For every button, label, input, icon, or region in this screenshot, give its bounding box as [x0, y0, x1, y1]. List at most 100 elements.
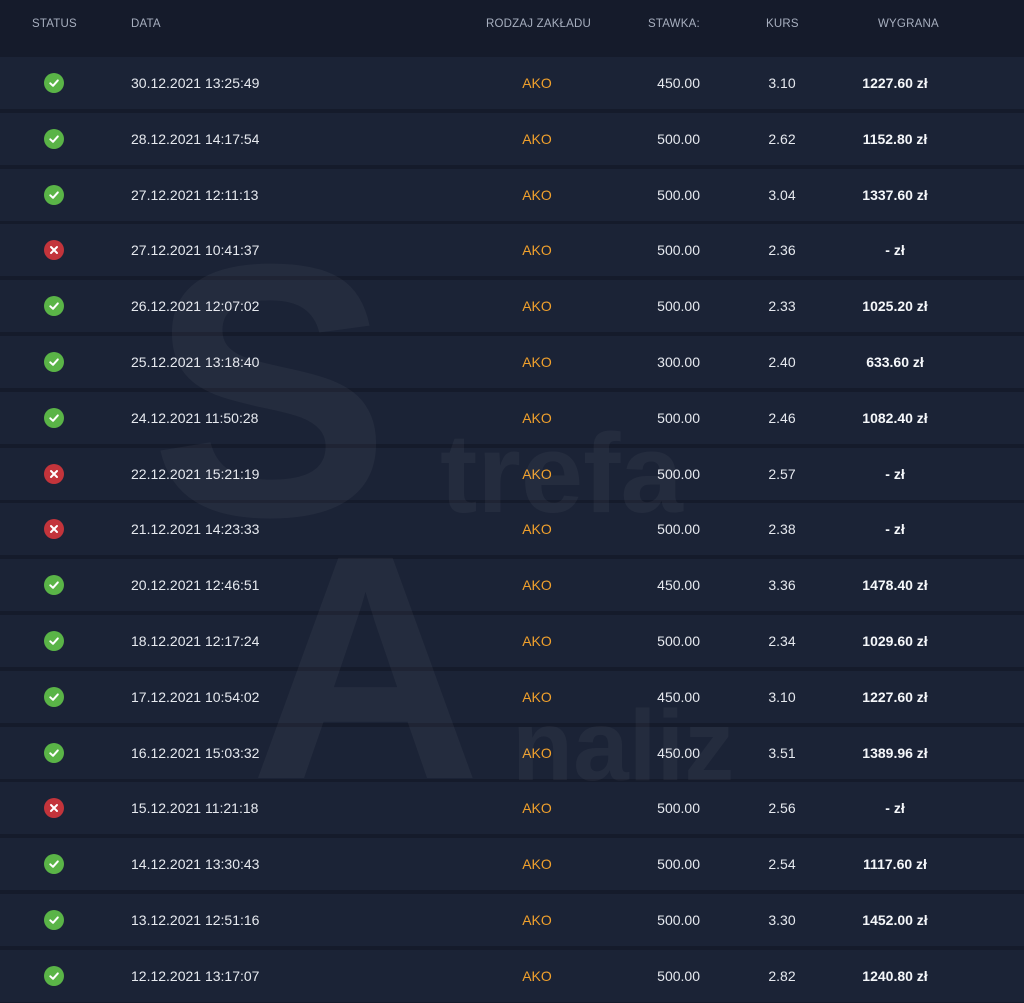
check-circle-icon	[44, 296, 64, 317]
bet-type: AKO	[522, 353, 552, 370]
bet-type: AKO	[522, 911, 552, 928]
bet-date: 28.12.2021 14:17:54	[131, 130, 260, 147]
check-circle-icon	[44, 407, 64, 428]
bet-date: 18.12.2021 12:17:24	[131, 632, 260, 649]
table-row[interactable]: 13.12.2021 12:51:16 AKO 500.00 3.30 1452.00 …	[0, 893, 1024, 946]
status-cell	[43, 336, 65, 388]
bet-odds: 2.82	[768, 967, 796, 984]
table-row[interactable]: 20.12.2021 12:46:51 AKO 450.00 3.36 1478.40 …	[0, 559, 1024, 612]
bet-type: AKO	[522, 632, 552, 649]
bet-stake: 500.00	[657, 242, 700, 259]
table-row[interactable]: 17.12.2021 10:54:02 AKO 450.00 3.10 1227.60 …	[0, 670, 1024, 723]
bet-odds: 3.36	[768, 577, 796, 594]
bet-type: AKO	[522, 242, 552, 259]
bet-date: 25.12.2021 13:18:40	[131, 353, 260, 370]
bet-odds: 2.33	[768, 298, 796, 315]
table-row[interactable]: 12.12.2021 13:17:07 AKO 500.00 2.82 1240.80 …	[0, 949, 1024, 1002]
bet-date: 16.12.2021 15:03:32	[131, 744, 260, 761]
bet-stake: 450.00	[657, 75, 700, 91]
table-row[interactable]: 27.12.2021 10:41:37 AKO 500.00 2.36 - zł	[0, 224, 1024, 277]
table-row[interactable]: 22.12.2021 15:21:19 AKO 500.00 2.57 - zł	[0, 447, 1024, 500]
x-circle-icon	[44, 463, 64, 484]
table-row[interactable]: 26.12.2021 12:07:02 AKO 500.00 2.33 1025.20 …	[0, 280, 1024, 333]
status-cell	[43, 169, 65, 221]
bet-stake: 500.00	[657, 632, 700, 649]
table-row[interactable]: 27.12.2021 12:11:13 AKO 500.00 3.04 1337.60 …	[0, 168, 1024, 221]
bet-stake: 450.00	[657, 577, 700, 594]
status-cell	[43, 280, 65, 332]
table-row[interactable]: 14.12.2021 13:30:43 AKO 500.00 2.54 1117.60 …	[0, 838, 1024, 891]
bet-stake: 300.00	[657, 353, 700, 370]
status-cell	[43, 57, 65, 109]
bet-type: AKO	[522, 856, 552, 873]
bet-odds: 2.36	[768, 242, 796, 259]
bet-winnings: 1117.60 zł	[863, 856, 927, 873]
bet-history-page: STATUS DATA RODZAJ ZAKŁADU STAWKA: KURS …	[0, 0, 1024, 1003]
table-row[interactable]: 16.12.2021 15:03:32 AKO 450.00 3.51 1389.96 …	[0, 726, 1024, 779]
status-cell	[43, 671, 65, 723]
bet-type: AKO	[522, 75, 552, 91]
table-row[interactable]: 25.12.2021 13:18:40 AKO 300.00 2.40 633.60 z…	[0, 335, 1024, 388]
bet-date: 14.12.2021 13:30:43	[131, 856, 260, 873]
header-odds: KURS	[766, 18, 799, 30]
check-circle-icon	[44, 854, 64, 875]
status-cell	[43, 727, 65, 779]
check-circle-icon	[44, 686, 64, 707]
header-stake: STAWKA:	[648, 18, 700, 30]
bet-date: 20.12.2021 12:46:51	[131, 577, 260, 594]
bet-date: 27.12.2021 10:41:37	[131, 242, 260, 259]
bet-date: 30.12.2021 13:25:49	[131, 75, 260, 91]
bet-stake: 500.00	[657, 967, 700, 984]
bet-odds: 3.04	[768, 186, 796, 203]
bet-odds: 2.34	[768, 632, 796, 649]
check-circle-icon	[44, 742, 64, 763]
bet-stake: 500.00	[657, 856, 700, 873]
bet-date: 22.12.2021 15:21:19	[131, 465, 260, 482]
bet-date: 21.12.2021 14:23:33	[131, 521, 260, 538]
bet-odds: 2.62	[768, 130, 796, 147]
bet-winnings: 1389.96 zł	[862, 744, 928, 761]
bet-winnings: 1337.60 zł	[862, 186, 928, 203]
table-row[interactable]: 15.12.2021 11:21:18 AKO 500.00 2.56 - zł	[0, 782, 1024, 835]
header-bet-type: RODZAJ ZAKŁADU	[486, 18, 592, 30]
x-circle-icon	[44, 240, 64, 261]
bet-type: AKO	[522, 688, 552, 705]
bet-stake: 500.00	[657, 186, 700, 203]
x-circle-icon	[44, 519, 64, 540]
bet-date: 24.12.2021 11:50:28	[131, 409, 259, 426]
status-cell	[43, 392, 65, 444]
bet-winnings: 1152.80 zł	[862, 130, 928, 147]
bet-date: 12.12.2021 13:17:07	[131, 967, 260, 984]
bet-odds: 2.46	[768, 409, 796, 426]
table-row[interactable]: 24.12.2021 11:50:28 AKO 500.00 2.46 1082.40 …	[0, 391, 1024, 444]
bet-winnings: - zł	[885, 800, 905, 817]
bet-stake: 500.00	[657, 298, 700, 315]
bet-stake: 500.00	[657, 465, 700, 482]
bet-date: 15.12.2021 11:21:18	[131, 800, 259, 817]
bet-type: AKO	[522, 521, 552, 538]
status-cell	[43, 503, 65, 555]
bet-type: AKO	[522, 465, 552, 482]
header-date: DATA	[131, 18, 161, 30]
table-row[interactable]: 28.12.2021 14:17:54 AKO 500.00 2.62 1152.80 …	[0, 112, 1024, 165]
bet-type: AKO	[522, 186, 552, 203]
table-row[interactable]: 21.12.2021 14:23:33 AKO 500.00 2.38 - zł	[0, 503, 1024, 556]
bet-stake: 500.00	[657, 409, 700, 426]
table-row[interactable]: 30.12.2021 13:25:49 AKO 450.00 3.10 1227.60 …	[0, 57, 1024, 109]
bet-type: AKO	[522, 800, 552, 817]
bet-stake: 500.00	[657, 800, 700, 817]
bet-odds: 3.30	[768, 911, 796, 928]
status-cell	[43, 224, 65, 276]
table-row[interactable]: 18.12.2021 12:17:24 AKO 500.00 2.34 1029.60 …	[0, 614, 1024, 667]
x-circle-icon	[44, 798, 64, 819]
bet-odds: 2.38	[768, 521, 796, 538]
check-circle-icon	[44, 128, 64, 149]
bet-winnings: 1452.00 zł	[862, 911, 928, 928]
bet-date: 17.12.2021 10:54:02	[131, 688, 260, 705]
bet-type: AKO	[522, 298, 552, 315]
bet-winnings: 1227.60 zł	[862, 688, 928, 705]
bet-winnings: 1478.40 zł	[862, 577, 928, 594]
status-cell	[43, 838, 65, 890]
status-cell	[43, 559, 65, 611]
bet-winnings: 1082.40 zł	[862, 409, 928, 426]
